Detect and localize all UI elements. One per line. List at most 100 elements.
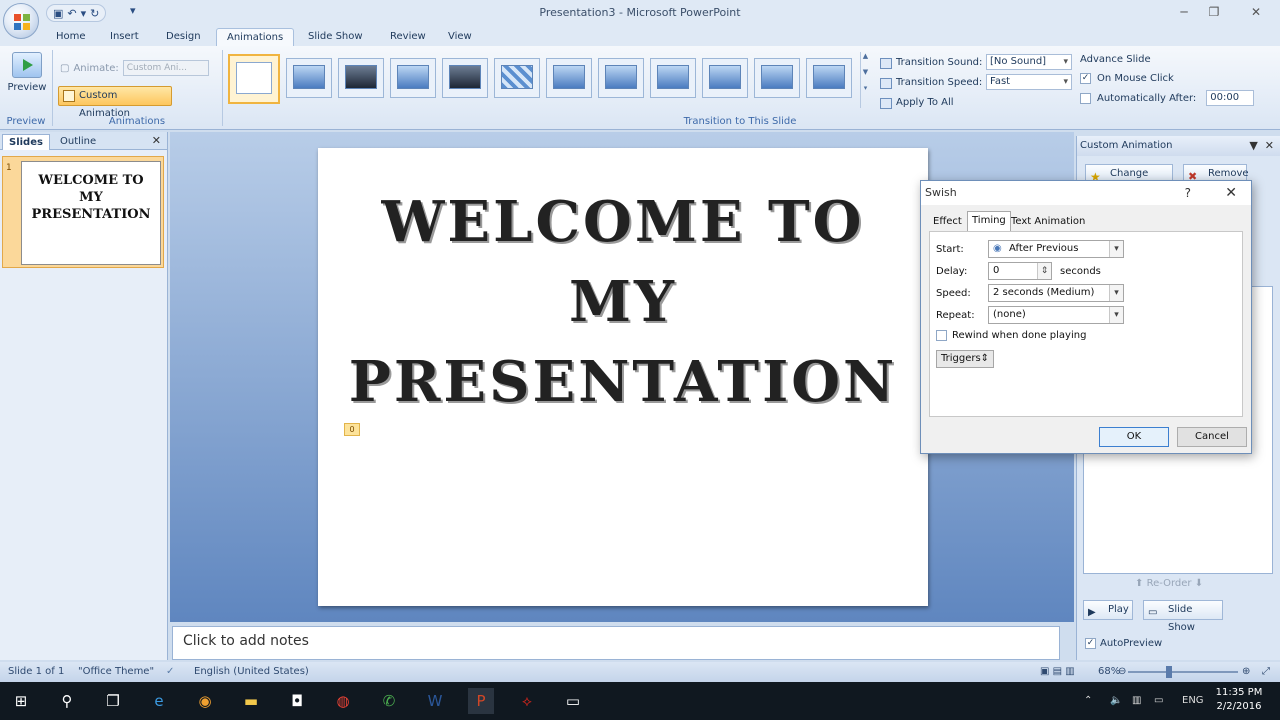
advance-slide-heading: Advance Slide xyxy=(1080,54,1151,65)
chevron-down-icon: ▾ xyxy=(1109,241,1123,257)
chrome-icon[interactable]: ◍ xyxy=(330,688,356,714)
move-up-icon[interactable]: ⬆ xyxy=(1135,578,1143,589)
notes-field[interactable]: Click to add notes xyxy=(172,626,1060,660)
view-buttons[interactable]: ▣ ▤ ▥ xyxy=(1040,662,1075,682)
remove-icon: ✖ xyxy=(1188,170,1198,183)
transition-fade-smoothly[interactable] xyxy=(286,58,332,98)
system-clock[interactable]: 11:35 PM 2/2/2016 xyxy=(1214,686,1264,714)
tab-animations[interactable]: Animations xyxy=(216,28,295,46)
acrobat-icon[interactable]: ⟡ xyxy=(514,688,540,714)
tab-design[interactable]: Design xyxy=(156,28,211,46)
task-view-icon[interactable]: ❐ xyxy=(100,688,126,714)
transition-wipe-left[interactable] xyxy=(598,58,644,98)
transition-cut-through-black[interactable] xyxy=(442,58,488,98)
transition-push-down[interactable] xyxy=(806,58,852,98)
group-separator xyxy=(222,50,223,126)
tab-insert[interactable]: Insert xyxy=(100,28,149,46)
automatically-after-checkbox[interactable] xyxy=(1080,92,1091,104)
tab-effect[interactable]: Effect xyxy=(929,213,966,231)
network-icon[interactable]: ▥ xyxy=(1132,682,1141,720)
tab-slide-show[interactable]: Slide Show xyxy=(298,28,373,46)
zoom-slider[interactable] xyxy=(1128,671,1238,673)
slide-title[interactable]: WELCOME TO MY PRESENTATION xyxy=(318,182,928,422)
gallery-scroll[interactable]: ▲ ▼ ▾ xyxy=(860,52,870,108)
word-icon[interactable]: W xyxy=(422,688,448,714)
dialog-title: Swish xyxy=(925,186,957,199)
animation-order-tag[interactable]: 0 xyxy=(344,423,360,436)
transition-wipe-right[interactable] xyxy=(650,58,696,98)
transition-sound-select[interactable]: [No Sound] xyxy=(986,54,1072,70)
tab-text-animation[interactable]: Text Animation xyxy=(1007,213,1089,231)
zoom-out-icon[interactable]: ⊖ xyxy=(1118,662,1126,682)
help-icon[interactable]: ? xyxy=(1185,181,1191,205)
start-select[interactable]: ◉ After Previous ▾ xyxy=(988,240,1124,258)
spinner-icon[interactable]: ⇕ xyxy=(1037,263,1051,279)
close-dialog-icon[interactable]: ✕ xyxy=(1225,181,1237,205)
slide-canvas[interactable]: WELCOME TO MY PRESENTATION xyxy=(318,148,928,606)
restore-icon[interactable]: ❐ xyxy=(1196,2,1232,22)
task-pane-controls[interactable]: ▼ ✕ xyxy=(1249,136,1274,156)
transition-wipe-up[interactable] xyxy=(702,58,748,98)
zoom-level[interactable]: 68% xyxy=(1098,662,1120,682)
rewind-checkbox[interactable] xyxy=(936,330,947,341)
start-icon[interactable]: ⊞ xyxy=(8,688,34,714)
zoom-thumb[interactable] xyxy=(1166,666,1172,678)
play-button[interactable]: ▶ Play xyxy=(1083,600,1133,620)
reorder-control: ⬆ Re-Order ⬇ xyxy=(1135,578,1203,589)
ribbon: Preview Preview ▢ Animate: Custom Ani...… xyxy=(0,46,1280,130)
fit-window-icon[interactable]: ⤢ xyxy=(1262,662,1270,682)
zoom-in-icon[interactable]: ⊕ xyxy=(1242,662,1250,682)
close-pane-icon[interactable]: ✕ xyxy=(152,134,161,147)
spelling-icon[interactable]: ✓ xyxy=(166,662,174,682)
transition-dissolve[interactable] xyxy=(494,58,540,98)
transition-fade-through-black[interactable] xyxy=(338,58,384,98)
edge-icon[interactable]: e xyxy=(146,688,172,714)
repeat-select[interactable]: (none) ▾ xyxy=(988,306,1124,324)
automatically-after-input[interactable]: 00:00 xyxy=(1206,90,1255,106)
close-window-icon[interactable]: ✕ xyxy=(1238,2,1274,22)
search-icon[interactable]: ⚲ xyxy=(54,688,80,714)
slide-show-button[interactable]: ▭ Slide Show xyxy=(1143,600,1223,633)
speed-value: 2 seconds (Medium) xyxy=(993,287,1095,298)
phone-app-icon[interactable]: ✆ xyxy=(376,688,402,714)
store-icon[interactable]: ◘ xyxy=(284,688,310,714)
cancel-button[interactable]: Cancel xyxy=(1177,427,1247,447)
window-app-icon[interactable]: ▭ xyxy=(560,688,586,714)
tab-timing[interactable]: Timing xyxy=(967,211,1011,231)
tab-slides[interactable]: Slides xyxy=(2,134,50,150)
office-button[interactable] xyxy=(3,3,39,39)
tab-outline[interactable]: Outline xyxy=(54,134,102,150)
transition-wipe-down[interactable] xyxy=(546,58,592,98)
transition-cut[interactable] xyxy=(390,58,436,98)
input-language[interactable]: ENG xyxy=(1182,682,1204,720)
speed-select[interactable]: 2 seconds (Medium) ▾ xyxy=(988,284,1124,302)
group-separator xyxy=(52,50,53,126)
move-down-icon[interactable]: ⬇ xyxy=(1195,578,1203,589)
transition-no-transition[interactable] xyxy=(228,54,280,104)
autopreview-checkbox[interactable]: ✓ xyxy=(1085,638,1096,649)
animate-select[interactable]: Custom Ani... xyxy=(122,60,209,76)
tray-up-icon[interactable]: ⌃ xyxy=(1084,682,1092,720)
tab-view[interactable]: View xyxy=(438,28,482,46)
powerpoint-icon[interactable]: P xyxy=(468,688,494,714)
notification-icon[interactable]: ▭ xyxy=(1154,682,1163,720)
firefox-icon[interactable]: ◉ xyxy=(192,688,218,714)
custom-animation-button[interactable]: Custom Animation xyxy=(58,86,172,119)
transition-box-out[interactable] xyxy=(754,58,800,98)
transition-speed-select[interactable]: Fast xyxy=(986,74,1072,90)
file-explorer-icon[interactable]: ▬ xyxy=(238,688,264,714)
on-mouse-click-checkbox[interactable]: ✓ xyxy=(1080,72,1091,84)
tab-review[interactable]: Review xyxy=(380,28,436,46)
volume-icon[interactable]: 🔈 xyxy=(1110,682,1122,720)
slide-show-icon: ▭ xyxy=(1148,607,1158,618)
triggers-button[interactable]: Triggers ⇕ xyxy=(936,350,994,368)
start-value: After Previous xyxy=(1009,243,1079,254)
tab-home[interactable]: Home xyxy=(46,28,96,46)
preview-button[interactable]: Preview xyxy=(6,52,48,102)
ok-button[interactable]: OK xyxy=(1099,427,1169,447)
repeat-label: Repeat: xyxy=(936,310,975,321)
slide-thumbnail-item[interactable]: 1 WELCOME TO MY PRESENTATION xyxy=(2,156,164,268)
delay-input[interactable]: 0 ⇕ xyxy=(988,262,1052,280)
language[interactable]: English (United States) xyxy=(194,662,309,682)
apply-to-all-button[interactable]: Apply To All xyxy=(878,97,986,109)
